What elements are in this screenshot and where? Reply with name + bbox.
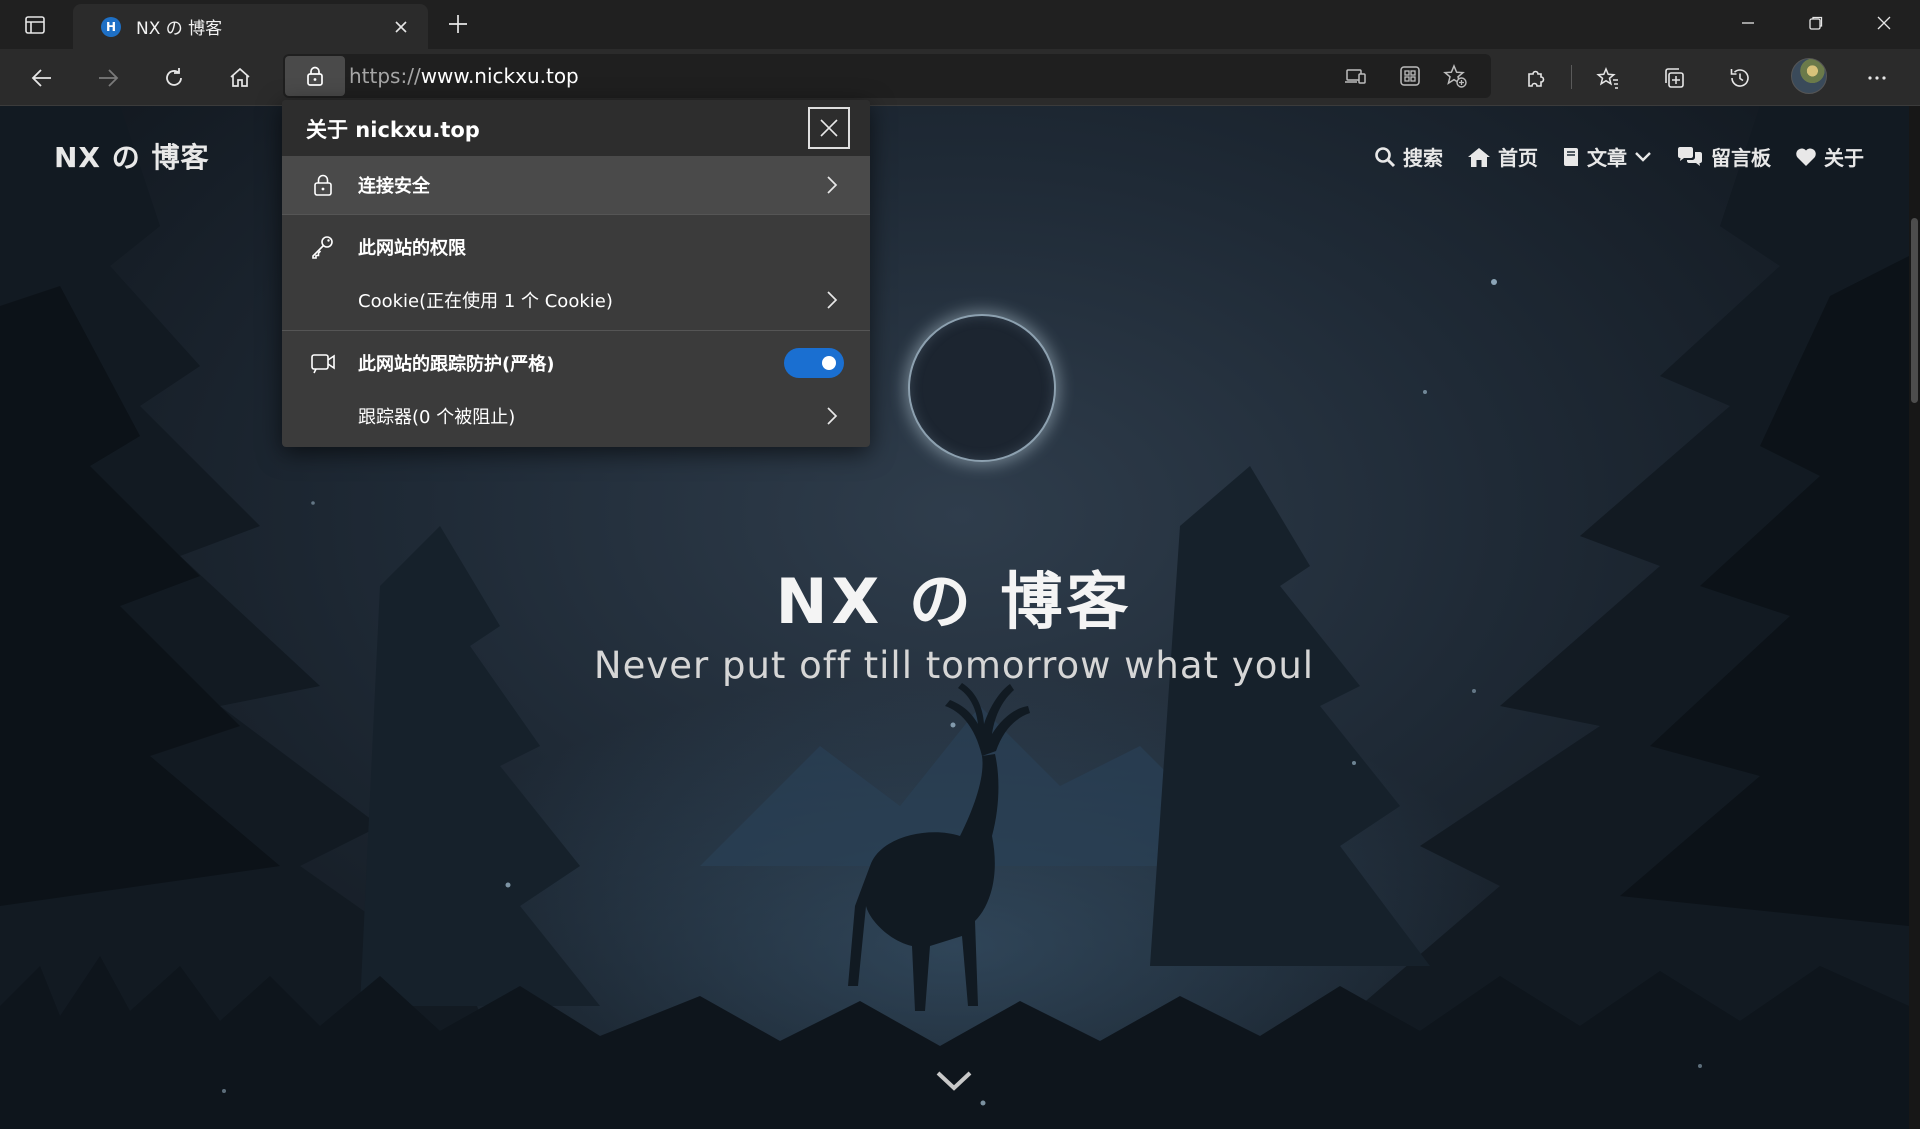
arrow-left-icon	[31, 69, 51, 87]
browser-toolbar: https://www.nickxu.top	[0, 49, 1920, 106]
back-button[interactable]	[23, 59, 61, 97]
chevron-down-icon	[936, 1071, 972, 1091]
nav-item-label: 搜索	[1403, 146, 1443, 170]
comments-icon	[1678, 146, 1702, 166]
close-icon	[820, 119, 838, 137]
connection-secure-row[interactable]: 连接安全	[282, 156, 870, 214]
url-scheme: https://	[349, 64, 421, 88]
add-favorite-button[interactable]	[1439, 60, 1471, 92]
restore-button[interactable]	[1782, 0, 1850, 46]
scrollbar-thumb[interactable]	[1911, 218, 1918, 403]
cookies-row[interactable]: Cookie(正在使用 1 个 Cookie)	[282, 274, 870, 326]
url-host: www.nickxu.top	[420, 64, 579, 88]
site-info-popup: 关于 nickxu.top 连接安全 此网站的权限 Cookie(正在使用 1 …	[282, 100, 870, 447]
favorites-icon	[1596, 67, 1618, 89]
lock-icon	[310, 172, 336, 198]
permissions-heading: 此网站的权限	[358, 238, 466, 259]
nav-item-articles[interactable]: 文章	[1562, 142, 1652, 171]
tab-title: NX の 博客	[136, 19, 223, 39]
nav-item-label: 文章	[1587, 146, 1627, 170]
nav-item-home[interactable]: 首页	[1467, 142, 1538, 171]
chevron-down-icon	[1635, 151, 1651, 162]
close-window-button[interactable]	[1850, 0, 1918, 46]
nav-item-guestbook[interactable]: 留言板	[1676, 142, 1771, 171]
more-horizontal-icon	[1868, 76, 1886, 80]
restore-icon	[1809, 16, 1823, 30]
address-bar[interactable]: https://www.nickxu.top	[283, 54, 1491, 98]
site-info-button[interactable]	[285, 56, 345, 96]
heart-icon	[1796, 147, 1816, 166]
favorites-button[interactable]	[1589, 59, 1627, 97]
close-icon	[1877, 16, 1891, 30]
popup-title: 关于 nickxu.top	[306, 118, 480, 142]
plus-icon	[449, 15, 467, 33]
puzzle-icon	[1528, 70, 1545, 87]
forward-button[interactable]	[89, 59, 127, 97]
hero-title: NX の 博客	[775, 565, 1133, 638]
chevron-right-icon	[822, 288, 842, 312]
site-nav: 搜索 首页 文章 留言板 关于	[1374, 142, 1864, 171]
active-tab[interactable]: H NX の 博客	[73, 4, 428, 49]
star-add-icon	[1443, 64, 1467, 88]
minimize-button[interactable]	[1714, 0, 1782, 46]
app-available-button[interactable]	[1394, 60, 1426, 92]
home-icon	[230, 67, 250, 87]
trackers-label: 跟踪器(0 个被阻止)	[358, 407, 516, 428]
minimize-icon	[1742, 22, 1754, 24]
search-icon	[1375, 146, 1396, 167]
nav-item-search[interactable]: 搜索	[1374, 142, 1443, 171]
tracking-prevention-toggle[interactable]	[784, 348, 844, 378]
tracking-prevention-row: 此网站的跟踪防护(严格)	[282, 338, 870, 388]
site-favicon-icon: H	[101, 16, 121, 37]
nav-item-label: 留言板	[1711, 146, 1771, 170]
scroll-down-button[interactable]	[934, 1066, 974, 1096]
popup-divider	[282, 214, 870, 215]
new-tab-button[interactable]	[440, 6, 476, 42]
nav-item-label: 关于	[1824, 146, 1864, 170]
popup-divider	[282, 330, 870, 331]
chevron-right-icon	[822, 173, 842, 197]
lock-icon	[307, 66, 323, 86]
popup-close-button[interactable]	[808, 107, 850, 149]
connection-secure-label: 连接安全	[358, 176, 430, 197]
arrow-right-icon	[99, 69, 119, 87]
key-icon	[310, 234, 336, 260]
tracking-prevention-label: 此网站的跟踪防护(严格)	[358, 354, 555, 375]
settings-more-button[interactable]	[1858, 59, 1896, 97]
page-scrollbar[interactable]	[1909, 106, 1920, 1129]
refresh-icon	[166, 68, 182, 86]
collections-button[interactable]	[1655, 59, 1693, 97]
cookies-label: Cookie(正在使用 1 个 Cookie)	[358, 291, 613, 312]
hero-subtitle: Never put off till tomorrow what youl	[593, 644, 1315, 687]
nav-item-about[interactable]: 关于	[1795, 142, 1864, 171]
url-text[interactable]: https://www.nickxu.top	[349, 64, 579, 88]
history-button[interactable]	[1721, 59, 1759, 97]
eclipse-moon-graphic	[908, 314, 1056, 462]
popup-header: 关于 nickxu.top	[282, 100, 870, 156]
tab-actions-menu-button[interactable]	[10, 8, 60, 42]
tracking-camera-icon	[310, 350, 336, 376]
chevron-right-icon	[822, 404, 842, 428]
apps-icon	[1400, 66, 1420, 86]
collections-icon	[1665, 68, 1684, 88]
site-logo[interactable]: NX の 博客	[54, 136, 210, 176]
tab-strip: H NX の 博客	[0, 0, 1920, 49]
history-icon	[1730, 69, 1749, 87]
trackers-row[interactable]: 跟踪器(0 个被阻止)	[282, 390, 870, 442]
profile-avatar[interactable]	[1791, 58, 1827, 94]
refresh-button[interactable]	[155, 59, 193, 97]
home-icon	[1468, 147, 1490, 167]
immersive-reader-button[interactable]	[1339, 60, 1371, 92]
toolbar-separator	[1571, 65, 1572, 89]
tab-actions-icon	[25, 16, 45, 34]
tab-close-button[interactable]	[388, 14, 414, 40]
extensions-button[interactable]	[1517, 59, 1555, 97]
book-icon	[1564, 147, 1578, 166]
devices-icon	[1345, 69, 1366, 84]
nav-item-label: 首页	[1498, 146, 1538, 170]
permissions-heading-row: 此网站的权限	[282, 222, 870, 272]
home-button[interactable]	[221, 59, 259, 97]
close-icon	[395, 20, 407, 33]
